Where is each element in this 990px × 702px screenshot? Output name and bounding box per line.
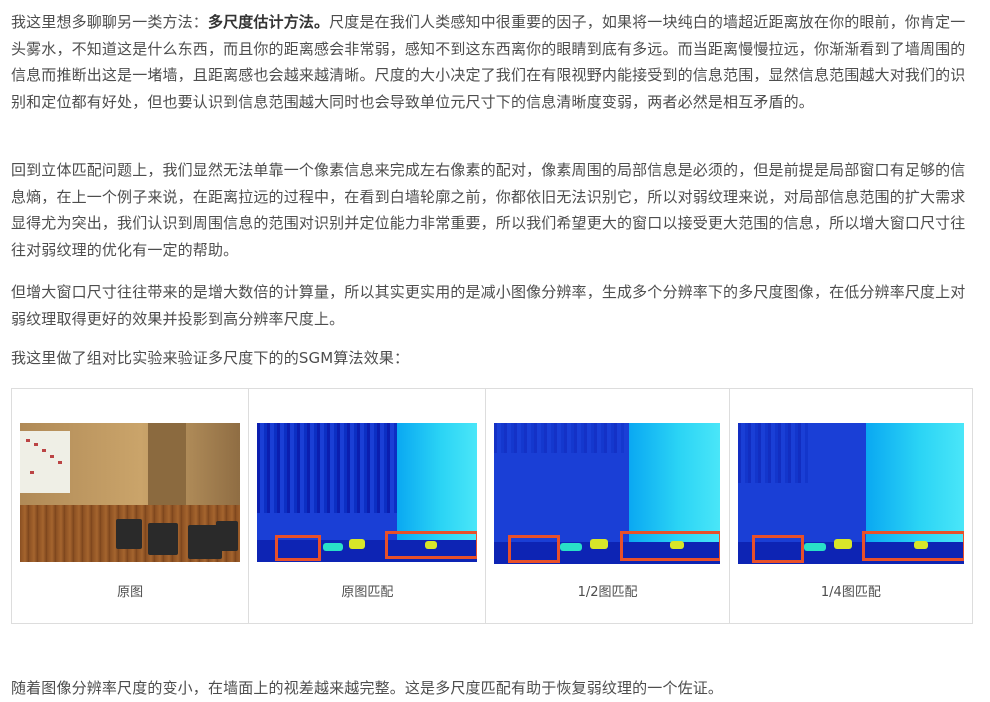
- original-photo: [20, 423, 240, 562]
- cell-half-res-disparity: 1/2图匹配: [485, 388, 730, 624]
- caption-original: 原图: [117, 585, 144, 600]
- cell-quarter-res-disparity: 1/4图匹配: [728, 388, 974, 624]
- wall-chart-image: [20, 431, 70, 493]
- paragraph-conclusion: 随着图像分辨率尺度的变小，在墙面上的视差越来越完整。这是多尺度匹配有助于恢复弱纹…: [11, 679, 724, 697]
- paragraph-multiscale-intro: 我这里想多聊聊另一类方法：多尺度估计方法。尺度是在我们人类感知中很重要的因子，如…: [11, 9, 976, 115]
- caption-quarter-res: 1/4图匹配: [820, 585, 881, 600]
- disparity-quarter-res: [737, 423, 964, 564]
- paragraph-stereo-matching: 回到立体匹配问题上，我们显然无法单靠一个像素信息来完成左右像素的配对，像素周围的…: [11, 161, 966, 259]
- cell-original-image: 原图: [10, 388, 250, 624]
- caption-full-res: 原图匹配: [341, 585, 394, 600]
- disparity-full-res: [257, 423, 478, 562]
- caption-half-res: 1/2图匹配: [577, 585, 638, 600]
- cell-full-res-disparity: 原图匹配: [248, 388, 487, 624]
- comparison-table: 原图 原图匹配 1/2图匹配 1/4图匹配: [10, 388, 974, 624]
- paragraph-lead: 我这里想多聊聊另一类方法：: [11, 13, 208, 31]
- bold-term: 多尺度估计方法。: [207, 13, 330, 31]
- paragraph-experiment-intro: 我这里做了组对比实验来验证多尺度下的的SGM算法效果：: [11, 349, 410, 367]
- disparity-half-res: [494, 423, 721, 564]
- paragraph-resolution: 但增大窗口尺寸往往带来的是增大数倍的计算量，所以其实更实用的是减小图像分辨率，生…: [11, 283, 966, 328]
